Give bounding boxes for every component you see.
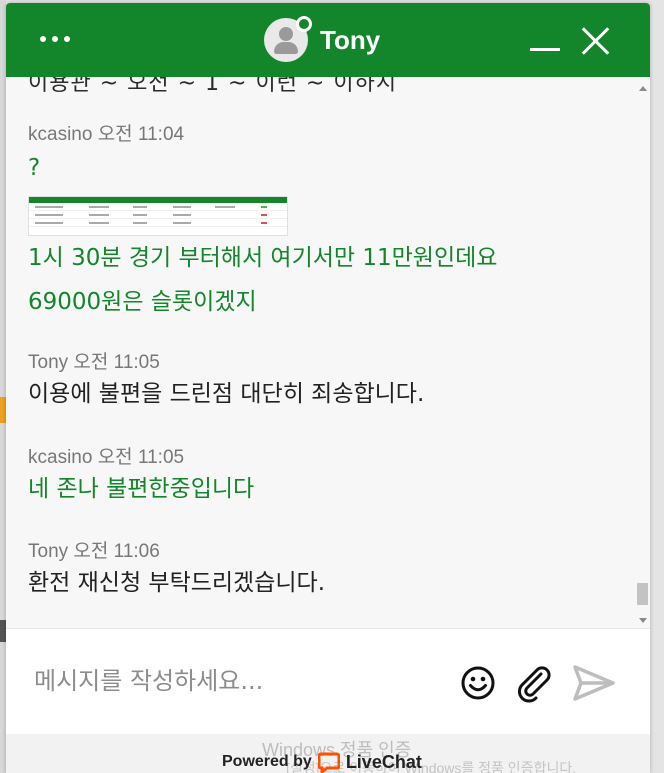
attach-icon[interactable] bbox=[516, 665, 552, 703]
message-text: 1시 30분 경기 부터해서 여기서만 11만원인데요 bbox=[28, 245, 498, 271]
livechat-logo-icon bbox=[317, 752, 341, 773]
chat-window: Tony 이용관 ~ 오전 ~ 1 ~ 이런 ~ 이하시 kcasino 오전 … bbox=[6, 3, 650, 773]
message-text: 이용에 불편을 드린점 대단히 죄송합니다. bbox=[28, 381, 425, 407]
chat-header: Tony bbox=[6, 3, 650, 77]
scroll-up-arrow-icon[interactable] bbox=[639, 86, 647, 91]
online-status-dot bbox=[296, 16, 312, 32]
message-text: ? bbox=[28, 155, 41, 181]
scroll-down-arrow-icon[interactable] bbox=[639, 618, 647, 623]
attached-image-thumbnail[interactable] bbox=[28, 196, 288, 236]
livechat-brand: LiveChat bbox=[345, 751, 422, 772]
agent-info: Tony bbox=[264, 15, 380, 65]
chat-footer: Windows 정품 인증 [설정]으로 이동하여 Windows를 정품 인증… bbox=[6, 734, 650, 773]
powered-by-link[interactable]: Powered by LiveChat bbox=[222, 751, 422, 773]
menu-dots-icon[interactable] bbox=[40, 36, 80, 46]
message-group: kcasino 오전 11:05 네 존나 불편한중입니다 bbox=[28, 442, 254, 505]
message-input[interactable] bbox=[34, 661, 434, 701]
message-time: 오전 11:05 bbox=[73, 352, 160, 373]
minimize-icon[interactable] bbox=[530, 48, 560, 51]
scrollbar-thumb[interactable] bbox=[637, 583, 648, 605]
message-meta: Tony 오전 11:06 bbox=[28, 536, 325, 563]
message-group: Tony 오전 11:06 환전 재신청 부탁드리겠습니다. bbox=[28, 536, 325, 599]
close-icon[interactable] bbox=[580, 25, 612, 57]
message-time: 오전 11:05 bbox=[97, 447, 185, 468]
send-icon[interactable] bbox=[572, 663, 616, 703]
message-meta: Tony 오전 11:05 bbox=[28, 347, 424, 374]
message-text: 네 존나 불편한중입니다 bbox=[28, 476, 255, 502]
message-author: Tony bbox=[28, 352, 69, 373]
message-composer bbox=[6, 628, 650, 734]
message-author: Tony bbox=[28, 541, 69, 562]
powered-by-label: Powered by bbox=[222, 753, 312, 770]
avatar-icon bbox=[264, 16, 312, 62]
agent-name: Tony bbox=[320, 24, 381, 55]
emoji-icon[interactable] bbox=[460, 665, 496, 701]
message-text: 환전 재신청 부탁드리겠습니다. bbox=[28, 570, 326, 596]
message-meta: kcasino 오전 11:05 bbox=[28, 442, 254, 469]
message-time: 오전 11:06 bbox=[73, 541, 160, 562]
message-list[interactable]: 이용관 ~ 오전 ~ 1 ~ 이런 ~ 이하시 kcasino 오전 11:04… bbox=[6, 77, 650, 628]
message-text: 69000원은 슬롯이겠지 bbox=[28, 289, 257, 315]
message-time: 오전 11:04 bbox=[97, 124, 185, 145]
scrollbar[interactable] bbox=[635, 77, 650, 628]
message-author: kcasino bbox=[28, 124, 93, 145]
message-author: kcasino bbox=[28, 447, 93, 468]
message-group: kcasino 오전 11:04 ? 1시 30분 경기 부터해서 여기서만 1… bbox=[28, 119, 497, 318]
message-group: Tony 오전 11:05 이용에 불편을 드린점 대단히 죄송합니다. bbox=[28, 347, 424, 410]
partial-message: 이용관 ~ 오전 ~ 1 ~ 이런 ~ 이하시 bbox=[28, 77, 398, 96]
message-meta: kcasino 오전 11:04 bbox=[28, 119, 497, 146]
